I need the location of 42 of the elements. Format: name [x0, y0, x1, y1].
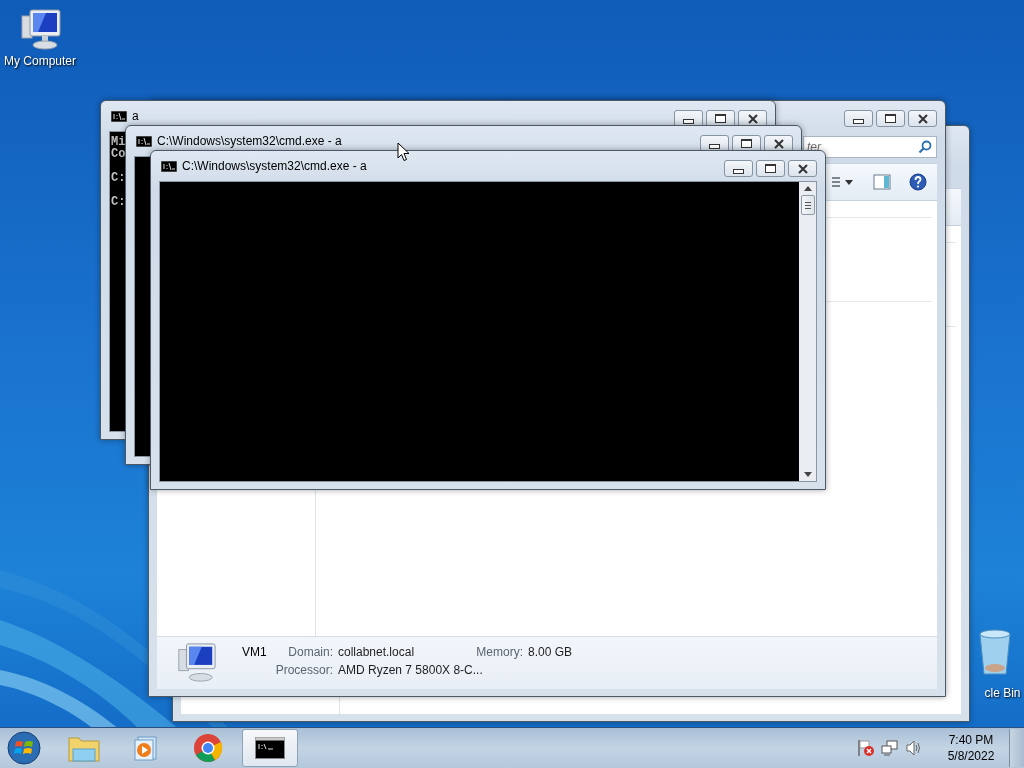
console-icon — [161, 160, 177, 172]
close-button[interactable] — [788, 160, 817, 177]
minimize-button[interactable] — [724, 160, 753, 177]
field-value: collabnet.local — [338, 645, 416, 661]
view-options-icon[interactable] — [831, 175, 855, 189]
console-icon — [136, 135, 152, 147]
clock-time: 7:40 PM — [948, 732, 994, 748]
console-icon — [111, 110, 127, 122]
window-title: a — [132, 109, 140, 123]
close-icon — [796, 163, 809, 174]
field-value: 8.00 GB — [528, 645, 574, 661]
close-icon — [772, 138, 785, 149]
field-label: Domain: — [287, 645, 333, 661]
browser-icon — [193, 733, 223, 763]
volume-icon[interactable] — [905, 739, 923, 757]
close-icon — [746, 113, 759, 124]
flag-warning-icon[interactable] — [857, 739, 875, 757]
clock[interactable]: 7:40 PM 5/8/2022 — [939, 732, 1003, 764]
recycle-bin-icon[interactable] — [978, 628, 1012, 678]
window-title: C:\Windows\system32\cmd.exe - a — [182, 159, 368, 173]
computer-name: VM1 — [241, 645, 268, 661]
media-player-icon — [132, 734, 160, 762]
maximize-button[interactable] — [756, 160, 785, 177]
console-icon — [255, 737, 285, 759]
maximize-button[interactable] — [876, 110, 905, 127]
network-icon[interactable] — [881, 739, 899, 757]
pointer-icon — [397, 142, 411, 162]
console-output: Mi Co C: C: — [111, 136, 126, 208]
field-label: Memory: — [475, 645, 523, 661]
close-icon — [916, 113, 929, 124]
field-value: AMD Ryzen 7 5800X 8-C... — [338, 663, 484, 679]
scroll-bar[interactable] — [799, 182, 816, 481]
window-title: C:\Windows\system32\cmd.exe - a — [157, 134, 343, 148]
search-icon — [918, 140, 932, 154]
close-button[interactable] — [908, 110, 937, 127]
field-label: Processor: — [274, 663, 333, 679]
help-icon[interactable] — [909, 173, 927, 191]
desktop-icon-label[interactable]: My Computer — [4, 54, 76, 68]
desktop-icon-label[interactable]: cle Bin — [984, 686, 1021, 700]
clock-date: 5/8/2022 — [947, 748, 995, 764]
minimize-button[interactable] — [844, 110, 873, 127]
taskbar-button[interactable] — [242, 729, 298, 767]
